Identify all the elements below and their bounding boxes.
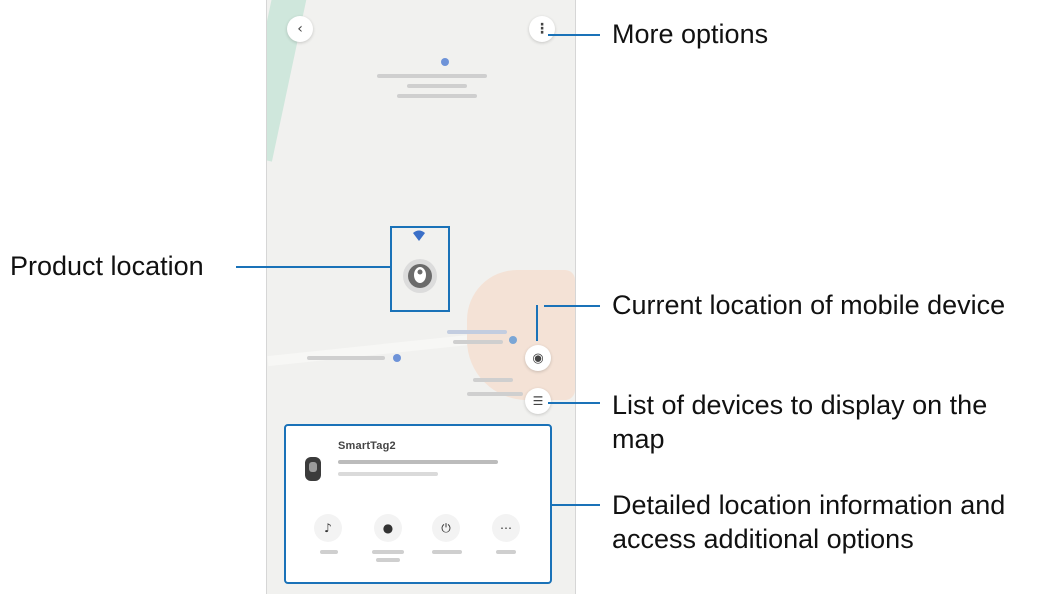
device-list-icon[interactable]: ☰ <box>525 388 551 414</box>
more-options-icon[interactable]: ⋮ <box>529 16 555 42</box>
leader-device-list <box>548 402 600 404</box>
callout-device-list-line2: map <box>612 424 665 454</box>
back-icon[interactable]: ‹ <box>287 16 313 42</box>
callout-detailed-line2: access additional options <box>612 524 914 554</box>
map-poi-pin <box>441 58 449 66</box>
action-label-blur <box>432 550 462 554</box>
map-label-blur <box>453 340 503 344</box>
map-poi-pin <box>393 354 401 362</box>
leader-detailed-info <box>552 504 600 506</box>
leader-product-location <box>236 266 390 268</box>
leader-more-options <box>548 34 600 36</box>
tag-signal-icon <box>413 230 425 241</box>
leader-current-location-vertical <box>536 305 538 341</box>
map-label-blur <box>397 94 477 98</box>
action-label-blur <box>372 550 404 554</box>
action-label-blur <box>376 558 400 562</box>
callout-more-options: More options <box>612 19 769 49</box>
map-label-blur <box>407 84 467 88</box>
device-info-card[interactable]: SmartTag2 ♪ ● ⏻ ⋯ <box>284 424 552 584</box>
action-label-blur <box>496 550 516 554</box>
map-label-blur <box>447 330 507 334</box>
current-location-icon[interactable]: ◉ <box>525 345 551 371</box>
map-label-blur <box>473 378 513 382</box>
map-label-blur <box>377 74 487 78</box>
map-poi-pin <box>509 336 517 344</box>
location-history-icon[interactable]: ● <box>374 514 402 542</box>
leader-current-location <box>544 305 600 307</box>
map-label-blur <box>307 356 385 360</box>
tag-marker-icon[interactable] <box>398 252 442 298</box>
action-label-blur <box>320 550 338 554</box>
smarttag-icon <box>305 457 321 481</box>
callout-device-list-line1: List of devices to display on the <box>612 390 988 420</box>
callout-current-location: Current location of mobile device <box>612 290 1006 320</box>
more-icon[interactable]: ⋯ <box>492 514 520 542</box>
ring-icon[interactable]: ♪ <box>314 514 342 542</box>
map-label-blur <box>467 392 523 396</box>
callout-detailed-line1: Detailed location information and <box>612 490 1006 520</box>
callout-product-location: Product location <box>10 251 204 281</box>
connect-icon[interactable]: ⏻ <box>432 514 460 542</box>
address-blur <box>338 460 498 464</box>
device-name: SmartTag2 <box>338 440 396 452</box>
time-blur <box>338 472 438 476</box>
